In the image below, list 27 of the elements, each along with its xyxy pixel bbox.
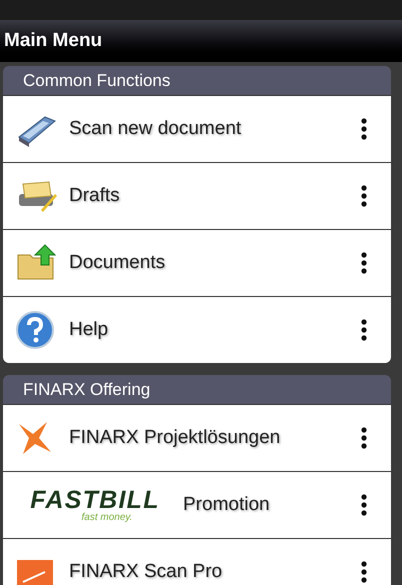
menu-item[interactable]: Documents xyxy=(3,229,391,296)
more-options-icon[interactable] xyxy=(361,319,367,341)
menu-item[interactable]: FASTBILL fast money. Promotion xyxy=(3,471,391,538)
menu-item[interactable]: Scan new document xyxy=(3,95,391,162)
logo-text: FASTBILL xyxy=(30,488,160,512)
menu-item-label: FINARX Scan Pro xyxy=(69,560,224,584)
menu-item[interactable]: Drafts xyxy=(3,162,391,229)
more-options-icon[interactable] xyxy=(361,118,367,140)
menu-item-label: Promotion xyxy=(183,492,271,517)
menu-item-label: FINARX Projektlösungen xyxy=(69,426,282,450)
more-options-icon[interactable] xyxy=(361,427,367,449)
menu-item-label: Scan new document xyxy=(69,116,242,141)
section-header: Common Functions xyxy=(3,66,391,95)
menu-item-label: Documents xyxy=(69,250,166,275)
more-options-icon[interactable] xyxy=(361,494,367,516)
section-header: FINARX Offering xyxy=(3,375,391,404)
more-options-icon[interactable] xyxy=(361,561,367,583)
menu-item[interactable]: Help xyxy=(3,296,391,363)
menu-item-label: Drafts xyxy=(69,184,121,208)
menu-item[interactable]: FINARX Scan Pro xyxy=(3,538,391,585)
more-options-icon[interactable] xyxy=(361,252,367,274)
logo-tagline: fast money. xyxy=(82,512,132,522)
help-icon xyxy=(15,310,55,350)
menu-item-label: Help xyxy=(69,318,110,342)
menu-item[interactable]: FINARX Projektlösungen xyxy=(3,404,391,471)
window-title: Main Menu xyxy=(4,28,102,53)
more-options-icon[interactable] xyxy=(361,185,367,207)
